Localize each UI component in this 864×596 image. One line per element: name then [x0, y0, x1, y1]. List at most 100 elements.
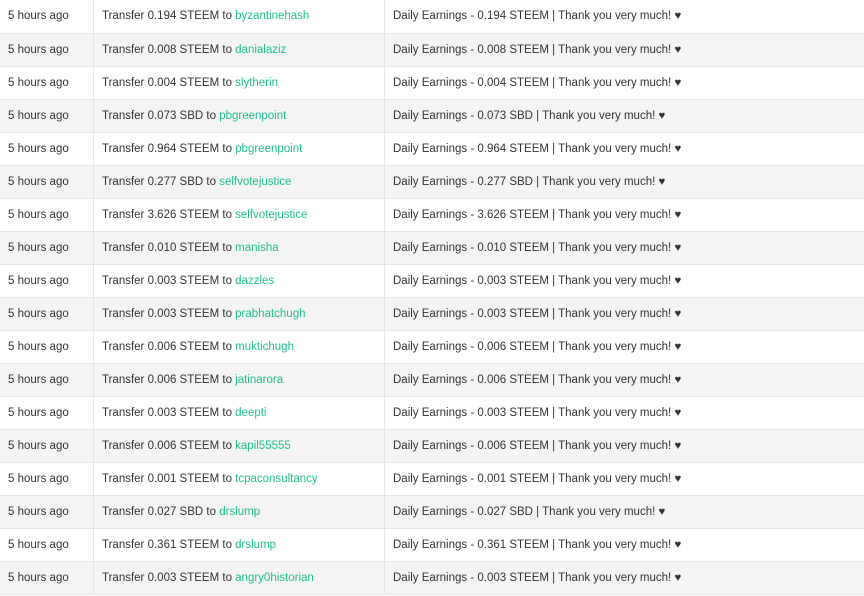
operation-text: Transfer 0.006 STEEM to [102, 340, 236, 353]
memo-text: Daily Earnings - 0.006 STEEM | Thank you… [393, 373, 675, 386]
timestamp-text: 5 hours ago [8, 340, 69, 353]
account-link[interactable]: angry0historian [235, 572, 314, 584]
account-link[interactable]: drslump [219, 506, 260, 518]
account-link[interactable]: tcpaconsultancy [235, 473, 317, 485]
account-link[interactable]: deepti [235, 407, 266, 419]
account-link[interactable]: dazzles [235, 275, 274, 287]
timestamp: 5 hours ago [0, 99, 94, 133]
heart-icon: ♥ [674, 43, 682, 56]
table-row: 5 hours ago Transfer 0.010 STEEM to manis… [0, 231, 864, 265]
heart-icon: ♥ [674, 142, 682, 155]
timestamp-text: 5 hours ago [8, 274, 69, 287]
table-row: 5 hours ago Transfer 0.008 STEEM to dania… [0, 33, 864, 67]
memo-cell: Daily Earnings - 0.964 STEEM | Thank you… [384, 132, 864, 166]
account-link[interactable]: manisha [235, 242, 278, 254]
timestamp-text: 5 hours ago [8, 571, 69, 584]
heart-icon: ♥ [674, 472, 682, 485]
timestamp: 5 hours ago [0, 132, 94, 166]
account-link[interactable]: selfvotejustice [219, 176, 291, 188]
memo-text: Daily Earnings - 0.010 STEEM | Thank you… [393, 241, 675, 254]
account-link[interactable]: drslump [235, 539, 276, 551]
transfer-history-table: 5 hours ago Transfer 0.194 STEEM to byzan… [0, 0, 864, 595]
transfer-history-body: 5 hours ago Transfer 0.194 STEEM to byzan… [0, 0, 864, 595]
heart-icon: ♥ [674, 76, 682, 89]
timestamp: 5 hours ago [0, 165, 94, 199]
operation-text: Transfer 0.006 STEEM to [102, 373, 236, 386]
operation-text: Transfer 0.006 STEEM to [102, 439, 236, 452]
memo-text: Daily Earnings - 0.073 SBD | Thank you v… [393, 109, 659, 122]
heart-icon: ♥ [658, 505, 666, 518]
timestamp: 5 hours ago [0, 363, 94, 397]
operation-text: Transfer 0.003 STEEM to [102, 307, 236, 320]
timestamp: 5 hours ago [0, 198, 94, 232]
table-row: 5 hours ago Transfer 0.001 STEEM to tcpac… [0, 462, 864, 496]
timestamp: 5 hours ago [0, 429, 94, 463]
timestamp-text: 5 hours ago [8, 175, 69, 188]
timestamp: 5 hours ago [0, 462, 94, 496]
account-link[interactable]: muktichugh [235, 341, 294, 353]
table-row: 5 hours ago Transfer 3.626 STEEM to selfv… [0, 198, 864, 232]
memo-cell: Daily Earnings - 0.073 SBD | Thank you v… [384, 99, 864, 133]
account-link[interactable]: prabhatchugh [235, 308, 305, 320]
table-row: 5 hours ago Transfer 0.006 STEEM to jatin… [0, 363, 864, 397]
account-link[interactable]: danialaziz [235, 44, 286, 56]
memo-cell: Daily Earnings - 0.277 SBD | Thank you v… [384, 165, 864, 199]
memo-text: Daily Earnings - 0.027 SBD | Thank you v… [393, 505, 659, 518]
memo-cell: Daily Earnings - 0.004 STEEM | Thank you… [384, 66, 864, 100]
timestamp-text: 5 hours ago [8, 439, 69, 452]
timestamp-text: 5 hours ago [8, 373, 69, 386]
table-row: 5 hours ago Transfer 0.073 SBD to pbgreen… [0, 99, 864, 133]
memo-text: Daily Earnings - 0.006 STEEM | Thank you… [393, 439, 675, 452]
heart-icon: ♥ [674, 340, 682, 353]
operation-text: Transfer 0.001 STEEM to [102, 472, 236, 485]
operation-cell: Transfer 0.006 STEEM to jatinarora [93, 363, 385, 397]
table-row: 5 hours ago Transfer 0.006 STEEM to mukti… [0, 330, 864, 364]
memo-text: Daily Earnings - 0.001 STEEM | Thank you… [393, 472, 675, 485]
account-link[interactable]: jatinarora [235, 374, 283, 386]
table-row: 5 hours ago Transfer 0.006 STEEM to kapil… [0, 429, 864, 463]
operation-cell: Transfer 0.361 STEEM to drslump [93, 528, 385, 562]
table-row: 5 hours ago Transfer 0.003 STEEM to angry… [0, 561, 864, 595]
memo-cell: Daily Earnings - 0.194 STEEM | Thank you… [384, 0, 864, 34]
memo-text: Daily Earnings - 0.194 STEEM | Thank you… [393, 10, 675, 23]
account-link[interactable]: byzantinehash [235, 10, 309, 22]
timestamp-text: 5 hours ago [8, 10, 69, 23]
operation-cell: Transfer 0.964 STEEM to pbgreenpoint [93, 132, 385, 166]
account-link[interactable]: pbgreenpoint [235, 143, 302, 155]
timestamp: 5 hours ago [0, 495, 94, 529]
account-link[interactable]: selfvotejustice [235, 209, 307, 221]
memo-cell: Daily Earnings - 0.003 STEEM | Thank you… [384, 561, 864, 595]
timestamp: 5 hours ago [0, 33, 94, 67]
account-link[interactable]: pbgreenpoint [219, 110, 286, 122]
memo-cell: Daily Earnings - 0.008 STEEM | Thank you… [384, 33, 864, 67]
timestamp: 5 hours ago [0, 297, 94, 331]
timestamp-text: 5 hours ago [8, 142, 69, 155]
timestamp-text: 5 hours ago [8, 505, 69, 518]
table-row: 5 hours ago Transfer 0.003 STEEM to dazzl… [0, 264, 864, 298]
heart-icon: ♥ [674, 10, 682, 23]
heart-icon: ♥ [674, 538, 682, 551]
timestamp-text: 5 hours ago [8, 76, 69, 89]
operation-text: Transfer 0.194 STEEM to [102, 10, 236, 23]
memo-text: Daily Earnings - 3.626 STEEM | Thank you… [393, 208, 675, 221]
operation-text: Transfer 0.073 SBD to [102, 109, 220, 122]
timestamp-text: 5 hours ago [8, 208, 69, 221]
table-row: 5 hours ago Transfer 0.361 STEEM to drslu… [0, 528, 864, 562]
memo-text: Daily Earnings - 0.003 STEEM | Thank you… [393, 571, 675, 584]
operation-text: Transfer 0.003 STEEM to [102, 571, 236, 584]
operation-text: Transfer 0.964 STEEM to [102, 142, 236, 155]
operation-cell: Transfer 0.001 STEEM to tcpaconsultancy [93, 462, 385, 496]
operation-text: Transfer 0.361 STEEM to [102, 538, 236, 551]
operation-text: Transfer 3.626 STEEM to [102, 208, 236, 221]
memo-text: Daily Earnings - 0.964 STEEM | Thank you… [393, 142, 675, 155]
operation-cell: Transfer 0.003 STEEM to dazzles [93, 264, 385, 298]
timestamp: 5 hours ago [0, 528, 94, 562]
account-link[interactable]: slytherin [235, 77, 278, 89]
account-link[interactable]: kapil55555 [235, 440, 291, 452]
table-row: 5 hours ago Transfer 0.027 SBD to drslump… [0, 495, 864, 529]
operation-cell: Transfer 0.006 STEEM to kapil55555 [93, 429, 385, 463]
operation-cell: Transfer 0.003 STEEM to angry0historian [93, 561, 385, 595]
timestamp-text: 5 hours ago [8, 538, 69, 551]
operation-text: Transfer 0.004 STEEM to [102, 76, 236, 89]
operation-text: Transfer 0.010 STEEM to [102, 241, 236, 254]
